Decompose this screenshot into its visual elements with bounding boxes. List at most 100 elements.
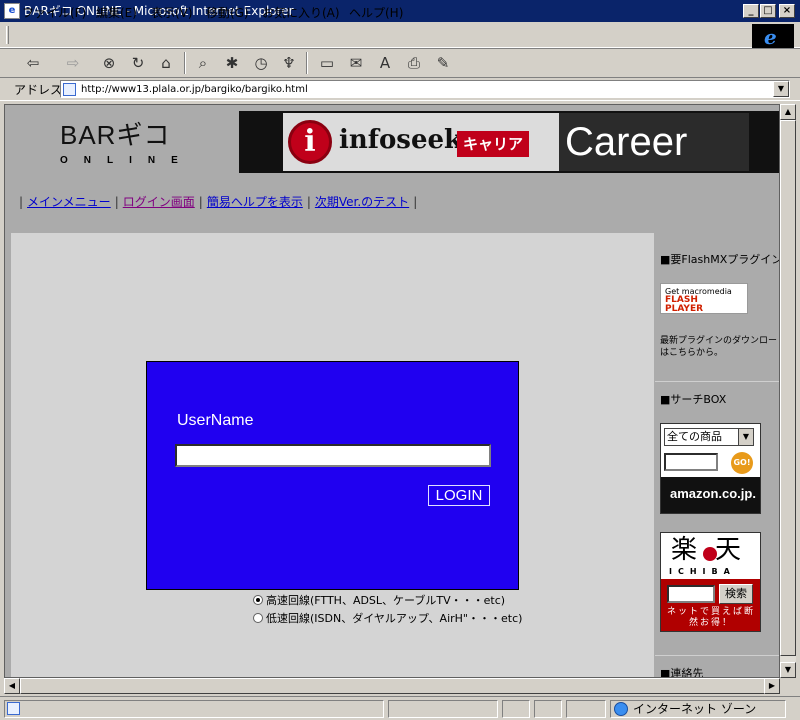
stop-icon[interactable]: ⊗ [98, 52, 120, 74]
nav-links: | メインメニュー | ログイン画面 | 簡易ヘルプを表示 | 次期Ver.のテスト | [15, 194, 421, 210]
radio-high-speed[interactable]: 高速回線(FTTH、ADSL、ケーブルTV・・・etc) [253, 594, 505, 608]
login-button[interactable]: LOGIN [428, 485, 490, 506]
amazon-go-button[interactable]: GO! [731, 452, 753, 474]
radio-low-speed-label: 低速回線(ISDN、ダイヤルアップ、AirH"・・・etc) [266, 612, 523, 625]
forward-arrow-icon[interactable]: ⇨ [62, 52, 84, 74]
search-icon[interactable]: ⌕ [192, 52, 214, 74]
sidebar-divider [655, 655, 779, 656]
amazon-category-value: 全ての商品 [667, 430, 722, 443]
toolbar [0, 48, 800, 76]
address-input[interactable]: http://www13.plala.or.jp/bargiko/bargiko… [60, 80, 790, 98]
channels-icon[interactable]: ♆ [278, 52, 300, 74]
globe-icon [614, 702, 628, 716]
mail-icon[interactable]: ✉ [345, 52, 367, 74]
nav-link-next-version[interactable]: 次期Ver.のテスト [315, 195, 409, 209]
rakuten-search-area: 検索 ネットで買えば断然お得！ [661, 579, 760, 631]
nav-divider: | [114, 195, 119, 209]
font-size-icon[interactable]: A [374, 52, 396, 74]
login-panel: UserName LOGIN [146, 361, 519, 590]
radio-high-speed-label: 高速回線(FTTH、ADSL、ケーブルTV・・・etc) [266, 594, 506, 607]
refresh-icon[interactable]: ↻ [127, 52, 149, 74]
close-button[interactable]: × [779, 4, 795, 18]
nav-divider: | [19, 195, 24, 209]
infoseek-career-banner[interactable]: i infoseek キャリア Career [239, 111, 779, 173]
page-icon [63, 83, 76, 96]
chevron-down-icon[interactable]: ▼ [773, 81, 789, 97]
flash-heading: ■要FlashMXプラグイン [660, 253, 780, 266]
menu-view[interactable]: 表示(V) [151, 5, 193, 21]
rakuten-search-input[interactable] [667, 585, 715, 603]
menu-edit[interactable]: 編集(E) [96, 5, 137, 21]
banner-image: i infoseek キャリア Career [283, 113, 749, 171]
fullscreen-icon[interactable]: ▭ [316, 52, 338, 74]
rakuten-search-button[interactable]: 検索 [719, 584, 753, 604]
status-pane [534, 700, 562, 718]
nav-link-main-menu[interactable]: メインメニュー [27, 195, 111, 209]
banner-brand: infoseek [339, 125, 463, 155]
rakuten-dot [703, 547, 717, 561]
flash-badge-line3: PLAYER [665, 304, 704, 314]
nav-divider: | [306, 195, 311, 209]
page-content: BARギコ ONLINE i infoseek キャリア Career | メイン… [4, 104, 780, 678]
site-logo-subtitle: ONLINE [60, 155, 194, 166]
amazon-search-input[interactable] [664, 453, 718, 471]
radio-high-speed-dot[interactable] [253, 595, 263, 605]
scroll-right-icon[interactable]: ▶ [764, 678, 780, 694]
rakuten-search-box: 楽天 ICHIBA 検索 ネットで買えば断然お得！ [660, 532, 761, 632]
search-heading: ■サーチBOX [660, 393, 727, 406]
infoseek-i-logo: i [288, 120, 332, 164]
sidebar-divider [655, 381, 779, 382]
amazon-category-select[interactable]: 全ての商品 ▼ [664, 428, 754, 446]
nav-link-login[interactable]: ログイン画面 [123, 195, 195, 209]
status-pane [566, 700, 606, 718]
flash-note-line2: はこちらから。 [660, 348, 724, 358]
horizontal-scroll-thumb[interactable] [20, 678, 772, 694]
ie-page-icon: e [4, 3, 20, 19]
scroll-left-icon[interactable]: ◀ [4, 678, 20, 694]
menu-grip [6, 26, 9, 44]
rakuten-ichiba-label: ICHIBA [669, 567, 736, 576]
nav-divider: | [198, 195, 203, 209]
chevron-down-icon[interactable]: ▼ [738, 429, 753, 445]
radio-low-speed-dot[interactable] [253, 613, 263, 623]
security-zone-pane: インターネット ゾーン [610, 700, 786, 718]
contact-heading: ■連絡先 [660, 667, 704, 678]
scroll-down-icon[interactable]: ▼ [780, 662, 796, 678]
radio-low-speed[interactable]: 低速回線(ISDN、ダイヤルアップ、AirH"・・・etc) [253, 612, 522, 626]
username-input[interactable] [175, 444, 491, 467]
maximize-button[interactable]: □ [760, 4, 776, 18]
menu-help[interactable]: ヘルプ(H) [349, 5, 403, 21]
menu-favorites[interactable]: お気に入り(A) [262, 5, 340, 21]
page-status-icon [7, 702, 20, 715]
menu-go[interactable]: 移動(G) [206, 5, 249, 21]
ie-throbber-logo: e [752, 24, 794, 49]
scroll-up-icon[interactable]: ▲ [780, 104, 796, 120]
menu-bar [0, 22, 800, 48]
favorites-icon[interactable]: ✱ [221, 52, 243, 74]
print-icon[interactable]: ⎙ [403, 52, 425, 74]
username-label: UserName [177, 412, 254, 429]
vertical-scroll-thumb[interactable] [780, 120, 796, 656]
nav-divider: | [413, 195, 418, 209]
flash-player-badge[interactable]: Get macromedia FLASH PLAYER [660, 283, 748, 314]
history-icon[interactable]: ◷ [250, 52, 272, 74]
nav-link-help[interactable]: 簡易ヘルプを表示 [207, 195, 303, 209]
minimize-button[interactable]: _ [743, 4, 759, 18]
status-pane [388, 700, 498, 718]
edit-icon[interactable]: ✎ [432, 52, 454, 74]
toolbar-separator [306, 52, 308, 74]
toolbar-separator [184, 52, 186, 74]
rakuten-promo-text: ネットで買えば断然お得！ [666, 607, 755, 628]
vertical-scrollbar[interactable]: ▲ ▼ [780, 104, 796, 678]
address-url[interactable]: http://www13.plala.or.jp/bargiko/bargiko… [81, 83, 308, 96]
home-icon[interactable]: ⌂ [155, 52, 177, 74]
banner-katakana: キャリア [457, 131, 530, 157]
site-logo: BARギコ [60, 120, 171, 150]
amazon-search-box: 全ての商品 ▼ GO! amazon.co.jp. [660, 423, 761, 514]
banner-career: Career [559, 113, 749, 171]
amazon-logo[interactable]: amazon.co.jp. [661, 477, 760, 513]
menu-file[interactable]: ファイル(F) [22, 5, 86, 21]
status-pane [502, 700, 530, 718]
horizontal-scrollbar[interactable]: ◀ ▶ [4, 678, 780, 694]
back-arrow-icon[interactable]: ⇦ [22, 52, 44, 74]
